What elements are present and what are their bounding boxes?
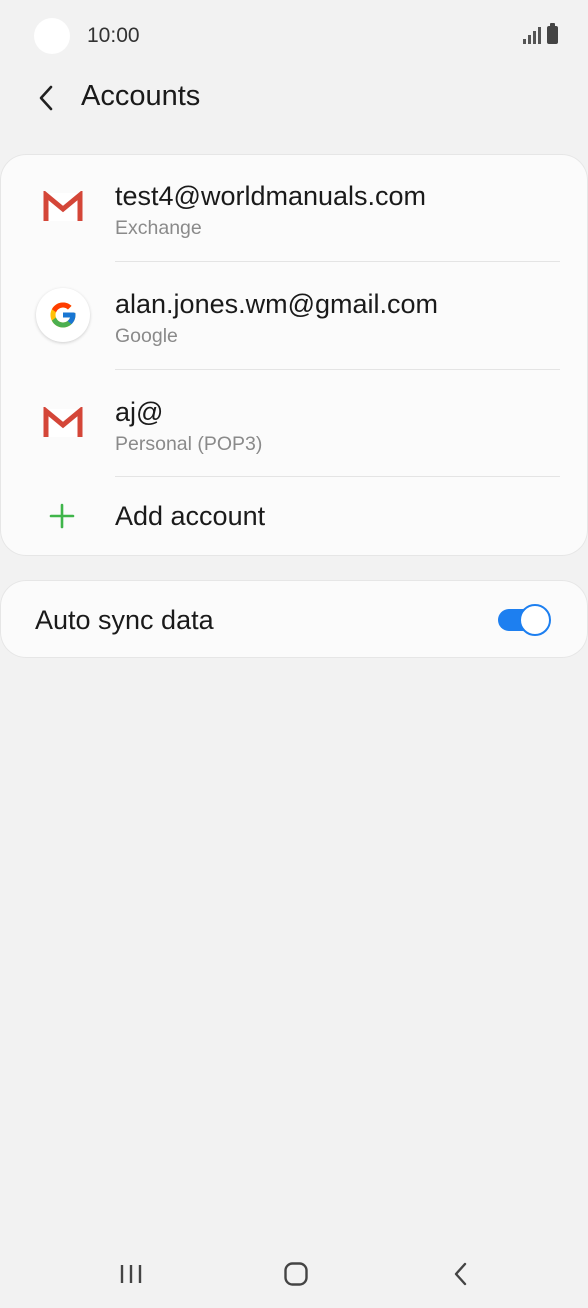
account-type: Exchange [115,217,202,239]
home-button[interactable] [266,1254,326,1294]
back-icon [454,1262,467,1286]
status-icons [523,23,558,44]
accounts-card: test4@worldmanuals.com Exchange alan.jon… [0,154,588,556]
account-row-pop3[interactable]: aj@ Personal (POP3) [0,370,588,478]
auto-sync-card[interactable]: Auto sync data [0,580,588,658]
add-account-button[interactable]: Add account [0,476,588,556]
google-icon [35,287,91,343]
account-email: alan.jones.wm@gmail.com [115,289,439,319]
account-row-google[interactable]: alan.jones.wm@gmail.com Google [0,262,588,370]
account-row-exchange[interactable]: test4@worldmanuals.com Exchange [0,154,588,262]
back-button[interactable] [28,78,64,118]
plus-icon [49,503,75,529]
gmail-icon [35,395,91,451]
signal-icon [523,26,541,44]
toggle-thumb [519,604,551,636]
recent-apps-button[interactable] [101,1254,161,1294]
account-email: test4@worldmanuals.com [115,181,427,211]
navigation-bar [0,1240,588,1308]
page-title: Accounts [81,80,201,112]
nav-back-button[interactable] [431,1254,491,1294]
chevron-left-icon [39,85,53,111]
account-type: Personal (POP3) [115,433,263,455]
gmail-icon [35,179,91,235]
account-type: Google [115,325,178,347]
status-bar: 10:00 [0,0,588,72]
auto-sync-toggle[interactable] [498,604,551,636]
home-icon [284,1262,308,1286]
recent-apps-icon [120,1265,142,1283]
status-time: 10:00 [87,24,140,47]
account-email: aj@ [115,397,164,427]
app-header: Accounts [0,70,588,126]
auto-sync-label: Auto sync data [35,605,214,635]
add-account-label: Add account [115,501,266,531]
camera-cutout [34,18,70,54]
battery-icon [547,23,558,44]
